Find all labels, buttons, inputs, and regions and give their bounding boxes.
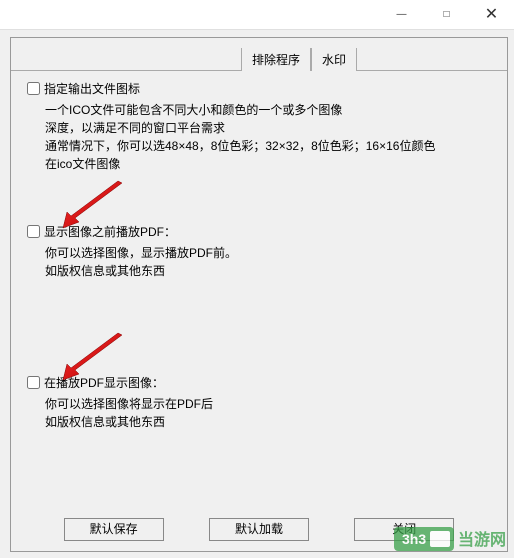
default-save-button[interactable]: 默认保存 [64,518,164,541]
button-row: 默认保存 默认加载 关闭 [11,518,507,541]
desc-text: 你可以选择图像将显示在PDF后 [45,395,491,413]
tab-watermark[interactable]: 水印 [311,48,357,71]
titlebar: — □ ✕ [0,0,514,30]
checkbox-label-after-pdf: 在播放PDF显示图像： [44,374,164,391]
tabs-row: 排除程序 水印 [11,51,507,71]
section-after-pdf: 在播放PDF显示图像： 你可以选择图像将显示在PDF后 如版权信息或其他东西 [27,374,491,431]
checkbox-before-pdf[interactable] [27,225,40,238]
desc-text: 如版权信息或其他东西 [45,262,491,280]
default-load-button[interactable]: 默认加载 [209,518,309,541]
desc-text: 你可以选择图像，显示播放PDF前。 [45,244,491,262]
minimize-button[interactable]: — [379,0,424,28]
desc-text: 如版权信息或其他东西 [45,413,491,431]
desc-text: 一个ICO文件可能包含不同大小和颜色的一个或多个图像 [45,101,491,119]
close-button[interactable]: ✕ [469,0,514,28]
checkbox-label-output-icon: 指定输出文件图标 [44,80,140,97]
section-before-pdf: 显示图像之前播放PDF： 你可以选择图像，显示播放PDF前。 如版权信息或其他东… [27,223,491,280]
tab-exclude-program[interactable]: 排除程序 [241,48,311,71]
content-frame: 排除程序 水印 指定输出文件图标 一个ICO文件可能包含不同大小和颜色的一个或多… [10,37,508,552]
desc-text: 通常情况下，你可以选48×48，8位色彩；32×32，8位色彩；16×16位颜色 [45,137,491,155]
checkbox-after-pdf[interactable] [27,376,40,389]
section-output-icon: 指定输出文件图标 一个ICO文件可能包含不同大小和颜色的一个或多个图像 深度，以… [27,80,491,173]
checkbox-output-icon[interactable] [27,82,40,95]
desc-text: 深度，以满足不同的窗口平台需求 [45,119,491,137]
close-dialog-button[interactable]: 关闭 [354,518,454,541]
maximize-button[interactable]: □ [424,0,469,28]
desc-text: 在ico文件图像 [45,155,491,173]
checkbox-label-before-pdf: 显示图像之前播放PDF： [44,223,176,240]
